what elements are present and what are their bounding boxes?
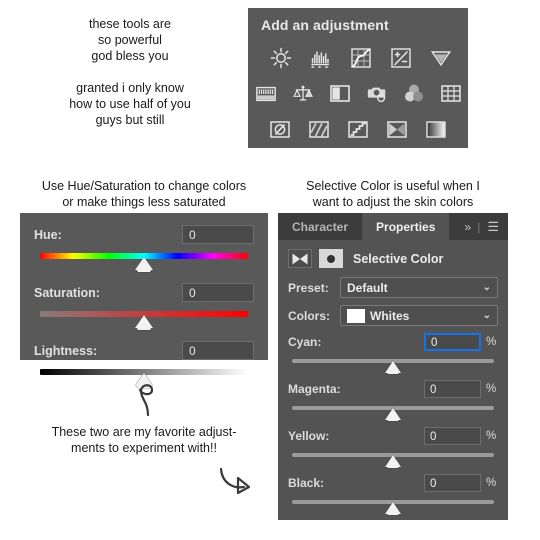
- cyan-slider[interactable]: [288, 356, 498, 380]
- magenta-slider[interactable]: [288, 403, 498, 427]
- cyan-label: Cyan:: [288, 335, 322, 349]
- properties-panel: Character Properties » | ☰ Selective Col…: [278, 213, 508, 520]
- magenta-unit: %: [486, 383, 497, 395]
- selective-color-adjustment-icon[interactable]: [288, 249, 312, 268]
- adjustment-icon-row-1: [248, 40, 468, 76]
- hue-slider-group: Hue: 0: [34, 225, 254, 277]
- cyan-slider-thumb[interactable]: [385, 361, 401, 374]
- magenta-slider-group: Magenta: 0 %: [278, 380, 508, 427]
- selective-color-icon[interactable]: [386, 119, 408, 141]
- cyan-slider-group: Cyan: 0 %: [278, 333, 508, 380]
- hue-saturation-icon[interactable]: [255, 83, 277, 105]
- saturation-value-input[interactable]: 0: [182, 283, 254, 302]
- annotation-tools-powerful: these tools are so powerful god bless yo…: [89, 17, 171, 63]
- lightness-label: Lightness:: [34, 343, 98, 358]
- lightness-value-input[interactable]: 0: [182, 341, 254, 360]
- yellow-slider[interactable]: [288, 450, 498, 474]
- saturation-slider[interactable]: [34, 309, 254, 335]
- add-adjustment-panel: Add an adjustment: [248, 8, 468, 148]
- curves-icon[interactable]: [350, 47, 372, 69]
- hue-slider-thumb[interactable]: [135, 257, 153, 272]
- saturation-label: Saturation:: [34, 285, 100, 300]
- preset-row: Preset: Default ⌄: [278, 277, 508, 298]
- hue-value-input[interactable]: 0: [182, 225, 254, 244]
- black-slider[interactable]: [288, 497, 498, 521]
- selective-color-header: Selective Color: [278, 240, 508, 277]
- yellow-label: Yellow:: [288, 429, 330, 443]
- expand-panels-icon[interactable]: »: [465, 220, 472, 234]
- gradient-map-icon[interactable]: [425, 119, 447, 141]
- tab-properties-label: Properties: [376, 219, 436, 234]
- arrow-up-doodle: [128, 372, 168, 423]
- yellow-unit: %: [486, 430, 497, 442]
- brightness-contrast-icon[interactable]: [270, 47, 292, 69]
- black-label: Black:: [288, 476, 325, 490]
- tab-tools-divider: |: [477, 219, 481, 234]
- threshold-icon[interactable]: [347, 119, 369, 141]
- preset-value: Default: [347, 280, 388, 295]
- black-unit: %: [486, 477, 497, 489]
- colors-value: Whites: [370, 308, 410, 323]
- posterize-icon[interactable]: [308, 119, 330, 141]
- saturation-slider-group: Saturation: 0: [34, 283, 254, 335]
- tab-properties[interactable]: Properties: [362, 213, 450, 240]
- black-white-icon[interactable]: [329, 83, 351, 105]
- color-lookup-icon[interactable]: [440, 83, 462, 105]
- cyan-value-input[interactable]: 0: [424, 333, 481, 351]
- colors-dropdown[interactable]: Whites ⌄: [340, 305, 498, 326]
- preset-dropdown[interactable]: Default ⌄: [340, 277, 498, 298]
- adjustment-icon-grid: [248, 33, 468, 148]
- add-adjustment-title: Add an adjustment: [261, 17, 389, 33]
- properties-tab-bar: Character Properties » | ☰: [278, 213, 508, 240]
- cyan-unit: %: [486, 336, 497, 348]
- hue-slider[interactable]: [34, 251, 254, 277]
- magenta-label: Magenta:: [288, 382, 341, 396]
- color-balance-icon[interactable]: [292, 83, 314, 105]
- invert-icon[interactable]: [269, 119, 291, 141]
- colors-label: Colors:: [288, 308, 330, 323]
- chevron-down-icon: ⌄: [482, 282, 491, 293]
- channel-mixer-icon[interactable]: [403, 83, 425, 105]
- annotation-selective-color: Selective Color is useful when I want to…: [306, 179, 480, 209]
- annotation-hue-saturation: Use Hue/Saturation to change colors or m…: [41, 179, 247, 209]
- panel-menu-icon[interactable]: ☰: [487, 220, 499, 233]
- hue-label: Hue:: [34, 227, 62, 242]
- annotation-favorite-adjustments: These two are my favorite adjust- ments …: [51, 425, 237, 455]
- black-value-input[interactable]: 0: [424, 474, 481, 492]
- levels-icon[interactable]: [310, 47, 332, 69]
- adjustment-icon-row-3: [248, 112, 468, 148]
- saturation-slider-thumb[interactable]: [135, 315, 153, 330]
- colors-swatch: [347, 308, 365, 323]
- preset-label: Preset:: [288, 280, 329, 295]
- annotation-half-of-you: granted i only know how to use half of y…: [69, 81, 191, 127]
- yellow-slider-thumb[interactable]: [385, 455, 401, 468]
- hue-saturation-panel: Hue: 0 Saturation: 0 Lightness: 0: [20, 213, 268, 388]
- magenta-value-input[interactable]: 0: [424, 380, 481, 398]
- chevron-down-icon: ⌄: [482, 310, 491, 321]
- photo-filter-icon[interactable]: [366, 83, 388, 105]
- exposure-icon[interactable]: [390, 47, 412, 69]
- colors-row: Colors: Whites ⌄: [278, 305, 508, 326]
- black-slider-group: Black: 0 %: [278, 474, 508, 521]
- vibrance-icon[interactable]: [430, 47, 452, 69]
- selective-color-title: Selective Color: [353, 251, 444, 266]
- magenta-slider-thumb[interactable]: [385, 408, 401, 421]
- tab-bar-tools: » | ☰: [464, 213, 508, 240]
- black-slider-thumb[interactable]: [385, 502, 401, 515]
- tab-character[interactable]: Character: [278, 213, 363, 240]
- tab-character-label: Character: [292, 219, 349, 234]
- tab-bar-spacer: [449, 213, 465, 240]
- layer-mask-icon[interactable]: [319, 249, 343, 268]
- adjustment-icon-row-2: [248, 76, 468, 112]
- arrow-curved-doodle: [216, 462, 264, 507]
- yellow-value-input[interactable]: 0: [424, 427, 481, 445]
- yellow-slider-group: Yellow: 0 %: [278, 427, 508, 474]
